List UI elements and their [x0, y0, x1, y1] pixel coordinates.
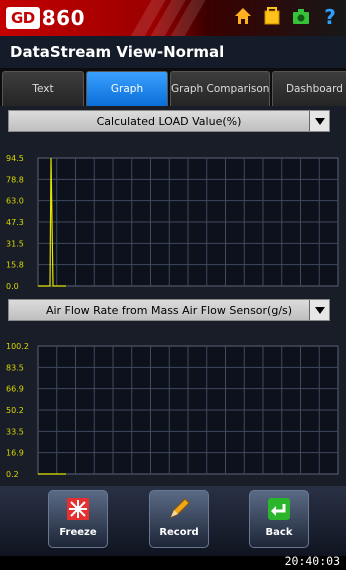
tab-text[interactable]: Text [2, 71, 84, 106]
pid-selector-label: Calculated LOAD Value(%) [96, 114, 242, 128]
brand-logo: GD 860 [6, 6, 85, 30]
pid-selector-1[interactable]: Calculated LOAD Value(%) [8, 110, 330, 132]
page-title: DataStream View-Normal [10, 43, 225, 61]
freeze-label: Freeze [59, 527, 97, 538]
graph-panel-2 [0, 296, 346, 486]
record-label: Record [159, 527, 199, 538]
freeze-button[interactable]: Freeze [48, 490, 108, 548]
graph-panel-1 [0, 106, 346, 296]
help-icon[interactable]: ? [320, 5, 340, 29]
tab-graph-comparison[interactable]: Graph Comparison [170, 71, 271, 106]
chevron-down-icon[interactable] [309, 111, 329, 131]
back-arrow-icon [266, 496, 292, 522]
clock: 20:40:03 [284, 554, 340, 568]
pid-selector-label: Air Flow Rate from Mass Air Flow Sensor(… [45, 303, 293, 317]
camera-icon[interactable] [291, 5, 311, 27]
tab-graph[interactable]: Graph [86, 71, 168, 106]
svg-text:?: ? [324, 5, 336, 27]
chevron-down-icon[interactable] [309, 300, 329, 320]
pencil-icon [166, 496, 192, 522]
tab-dashboard[interactable]: Dashboard [272, 71, 346, 106]
tab-bar: Text Graph Graph Comparison Dashboard [0, 68, 346, 106]
freeze-icon [65, 496, 91, 522]
top-bar: GD 860 ? [0, 0, 346, 36]
pid-selector-2[interactable]: Air Flow Rate from Mass Air Flow Sensor(… [8, 299, 330, 321]
status-bar: 20:40:03 [0, 554, 346, 570]
title-bar: DataStream View-Normal [0, 36, 346, 68]
folder-icon[interactable] [262, 5, 282, 27]
back-button[interactable]: Back [249, 490, 309, 548]
logo-number: 860 [41, 6, 86, 30]
back-label: Back [265, 527, 293, 538]
logo-badge: GD [6, 7, 40, 29]
record-button[interactable]: Record [149, 490, 209, 548]
home-icon[interactable] [233, 5, 253, 27]
